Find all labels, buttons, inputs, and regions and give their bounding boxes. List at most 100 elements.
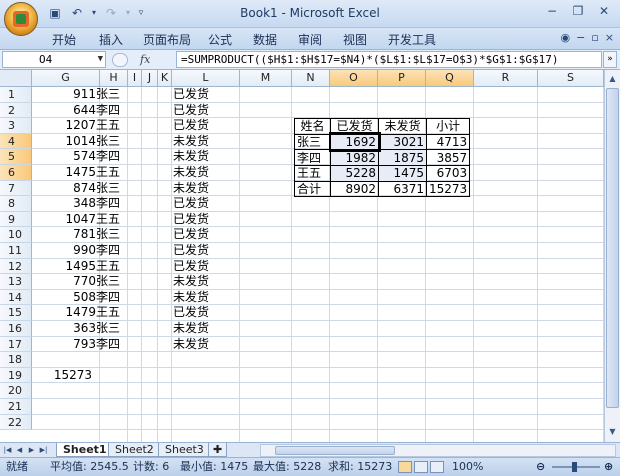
summary-header-cell[interactable]: 未发货 bbox=[378, 118, 427, 135]
cell-l[interactable]: 未发货 bbox=[173, 290, 239, 305]
summary-cell[interactable]: 15273 bbox=[425, 180, 471, 198]
summary-cell[interactable]: 6371 bbox=[378, 180, 427, 198]
row-header-3[interactable]: 3 bbox=[0, 118, 32, 134]
row-header-5[interactable]: 5 bbox=[0, 149, 32, 165]
summary-cell[interactable]: 张三 bbox=[294, 133, 331, 151]
summary-cell[interactable]: 4713 bbox=[425, 133, 471, 151]
cell-g[interactable]: 508 bbox=[32, 290, 96, 305]
cell-l[interactable]: 未发货 bbox=[173, 321, 239, 336]
cell-l[interactable]: 已发货 bbox=[173, 196, 239, 211]
summary-cell[interactable]: 1982 bbox=[330, 149, 379, 166]
cell-h[interactable]: 李四 bbox=[96, 290, 126, 305]
row-header-4[interactable]: 4 bbox=[0, 133, 32, 150]
cell-g[interactable]: 644 bbox=[32, 103, 96, 118]
ribbon-minimize-icon[interactable]: − bbox=[576, 31, 585, 44]
zoom-out-icon[interactable]: ⊖ bbox=[536, 458, 545, 476]
cell-l[interactable]: 已发货 bbox=[173, 305, 239, 320]
cell-l[interactable]: 未发货 bbox=[173, 181, 239, 196]
cell-g[interactable]: 1047 bbox=[32, 212, 96, 227]
row-header-10[interactable]: 10 bbox=[0, 227, 32, 243]
summary-cell[interactable]: 1692 bbox=[328, 132, 381, 152]
expand-formula-bar-icon[interactable]: » bbox=[603, 51, 617, 68]
row-header-2[interactable]: 2 bbox=[0, 102, 32, 119]
tab-developer[interactable]: 开发工具 bbox=[388, 31, 436, 48]
help-icon[interactable]: ◉ bbox=[560, 31, 570, 44]
chevron-down-icon[interactable]: ▼ bbox=[98, 52, 103, 67]
column-header-r[interactable]: R bbox=[474, 70, 538, 87]
row-header-6[interactable]: 6 bbox=[0, 165, 32, 181]
row-header-7[interactable]: 7 bbox=[0, 180, 32, 197]
column-header-o[interactable]: O bbox=[330, 70, 378, 87]
insert-function-button[interactable]: fx bbox=[140, 53, 150, 66]
tab-insert[interactable]: 插入 bbox=[99, 31, 123, 48]
ribbon-close-icon[interactable]: × bbox=[605, 31, 614, 44]
cell-h[interactable]: 王五 bbox=[96, 212, 126, 227]
horizontal-scroll-thumb[interactable] bbox=[275, 446, 395, 455]
row-header-8[interactable]: 8 bbox=[0, 196, 32, 212]
cell-l[interactable]: 已发货 bbox=[173, 103, 239, 118]
column-header-i[interactable]: I bbox=[128, 70, 142, 87]
column-header-k[interactable]: K bbox=[158, 70, 172, 87]
page-break-view-icon[interactable] bbox=[430, 461, 444, 473]
cell-l[interactable]: 已发货 bbox=[173, 118, 239, 133]
cell-l[interactable]: 未发货 bbox=[173, 149, 239, 164]
cell-g[interactable]: 781 bbox=[32, 227, 96, 242]
summary-cell[interactable]: 5228 bbox=[330, 164, 379, 182]
cell-h[interactable]: 王五 bbox=[96, 259, 126, 274]
cell-g[interactable]: 911 bbox=[32, 87, 96, 102]
cell-l[interactable]: 未发货 bbox=[173, 274, 239, 289]
column-header-l[interactable]: L bbox=[172, 70, 240, 87]
prev-sheet-icon[interactable]: ◀ bbox=[14, 444, 25, 456]
cell-l[interactable]: 已发货 bbox=[173, 227, 239, 242]
page-layout-view-icon[interactable] bbox=[414, 461, 428, 473]
tab-view[interactable]: 视图 bbox=[343, 31, 367, 48]
row-header-19[interactable]: 19 bbox=[0, 367, 32, 384]
summary-cell[interactable]: 1475 bbox=[378, 164, 427, 182]
sheet-tab-2[interactable]: Sheet2 bbox=[108, 443, 161, 457]
spreadsheet-grid[interactable]: G H I J K L M N O P Q R S 1 2 3 4 5 6 7 8 9 10 11 12 13 14 15 16 17 18… bbox=[0, 70, 604, 442]
row-header-21[interactable]: 21 bbox=[0, 399, 32, 415]
column-header-m[interactable]: M bbox=[240, 70, 292, 87]
cell-h[interactable]: 张三 bbox=[96, 227, 126, 242]
cell-g19-total[interactable]: 15273 bbox=[32, 368, 92, 383]
cell-l[interactable]: 未发货 bbox=[173, 165, 239, 180]
scroll-down-icon[interactable]: ▼ bbox=[606, 425, 619, 439]
vertical-scrollbar[interactable]: ▲ ▼ bbox=[604, 70, 620, 442]
formula-input[interactable]: =SUMPRODUCT(($H$1:$H$17=$N4)*($L$1:$L$17… bbox=[176, 51, 602, 68]
cell-h[interactable]: 王五 bbox=[96, 305, 126, 320]
cell-g[interactable]: 1207 bbox=[32, 118, 96, 133]
summary-cell[interactable]: 1875 bbox=[378, 149, 427, 166]
normal-view-icon[interactable] bbox=[398, 461, 412, 473]
summary-cell[interactable]: 3021 bbox=[378, 133, 427, 151]
column-header-g[interactable]: G bbox=[32, 70, 100, 87]
row-header-16[interactable]: 16 bbox=[0, 321, 32, 337]
cell-h[interactable]: 王五 bbox=[96, 165, 126, 180]
row-header-15[interactable]: 15 bbox=[0, 305, 32, 321]
zoom-slider-thumb[interactable] bbox=[572, 462, 577, 472]
cell-h[interactable]: 张三 bbox=[96, 134, 126, 149]
summary-header-cell[interactable]: 姓名 bbox=[294, 118, 331, 135]
summary-cell[interactable]: 合计 bbox=[294, 180, 331, 198]
zoom-level[interactable]: 100% bbox=[452, 458, 483, 476]
insert-sheet-icon[interactable]: ✚ bbox=[208, 443, 228, 457]
cell-h[interactable]: 李四 bbox=[96, 243, 126, 258]
row-header-14[interactable]: 14 bbox=[0, 289, 32, 306]
row-header-12[interactable]: 12 bbox=[0, 258, 32, 275]
last-sheet-icon[interactable]: ▶| bbox=[38, 444, 49, 456]
summary-header-cell[interactable]: 小计 bbox=[425, 118, 471, 135]
summary-header-cell[interactable]: 已发货 bbox=[330, 118, 379, 135]
cell-g[interactable]: 363 bbox=[32, 321, 96, 336]
row-header-17[interactable]: 17 bbox=[0, 336, 32, 353]
summary-cell[interactable]: 王五 bbox=[294, 164, 331, 182]
scroll-up-icon[interactable]: ▲ bbox=[606, 72, 619, 86]
cell-g[interactable]: 874 bbox=[32, 181, 96, 196]
vertical-scroll-thumb[interactable] bbox=[606, 88, 619, 408]
cell-h[interactable]: 王五 bbox=[96, 118, 126, 133]
row-header-22[interactable]: 22 bbox=[0, 414, 32, 431]
column-header-q[interactable]: Q bbox=[426, 70, 474, 87]
column-header-j[interactable]: J bbox=[142, 70, 158, 87]
summary-cell[interactable]: 3857 bbox=[425, 149, 471, 166]
cell-h[interactable]: 张三 bbox=[96, 321, 126, 336]
first-sheet-icon[interactable]: |◀ bbox=[2, 444, 13, 456]
zoom-in-icon[interactable]: ⊕ bbox=[604, 458, 613, 476]
